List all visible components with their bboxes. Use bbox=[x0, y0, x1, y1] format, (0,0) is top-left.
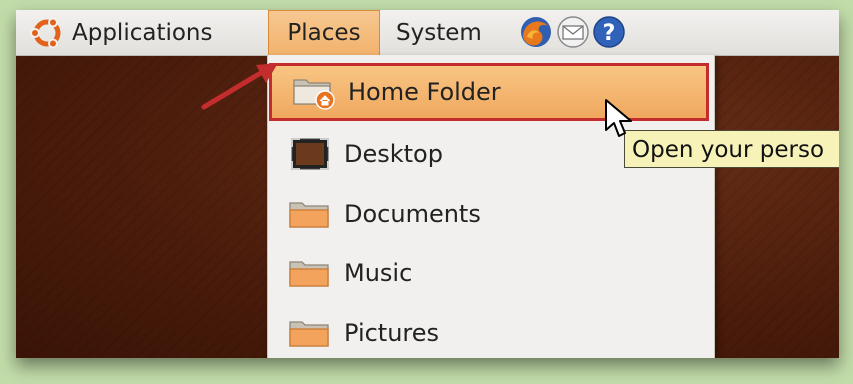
menu-item-home-folder[interactable]: Home Folder bbox=[269, 63, 709, 121]
places-menu[interactable]: Places bbox=[268, 10, 380, 55]
help-icon[interactable]: ? bbox=[592, 15, 626, 49]
folder-icon bbox=[289, 321, 329, 347]
home-folder-icon bbox=[293, 79, 335, 110]
system-label: System bbox=[396, 19, 482, 46]
desktop-screen: Applications Places System ? Home Folder… bbox=[16, 10, 839, 358]
menu-item-label: Music bbox=[344, 259, 413, 287]
firefox-icon[interactable] bbox=[519, 15, 553, 49]
menu-item-documents[interactable]: Documents bbox=[268, 185, 714, 243]
applications-menu[interactable]: Applications bbox=[30, 10, 213, 55]
ubuntu-logo-icon bbox=[30, 17, 61, 48]
tooltip: Open your perso bbox=[624, 130, 839, 168]
annotation-arrow bbox=[201, 63, 278, 110]
system-menu[interactable]: System bbox=[396, 10, 482, 55]
menu-item-label: Documents bbox=[344, 200, 481, 228]
applications-label: Applications bbox=[72, 19, 213, 46]
menu-item-label: Pictures bbox=[344, 319, 440, 347]
mail-icon[interactable] bbox=[556, 15, 590, 49]
places-dropdown-menu: Home Folder Desktop Documents Music Pict… bbox=[267, 55, 715, 358]
menu-item-label: Home Folder bbox=[348, 78, 501, 106]
menu-item-pictures[interactable]: Pictures bbox=[268, 304, 714, 358]
folder-icon bbox=[289, 202, 329, 228]
desktop-icon bbox=[291, 138, 329, 170]
mouse-pointer-icon bbox=[605, 99, 632, 137]
svg-text:?: ? bbox=[603, 21, 616, 46]
folder-icon bbox=[289, 261, 329, 287]
menu-item-label: Desktop bbox=[344, 140, 443, 168]
menu-item-music[interactable]: Music bbox=[268, 244, 714, 302]
top-panel: Applications Places System ? bbox=[16, 10, 839, 56]
places-label: Places bbox=[287, 20, 361, 46]
